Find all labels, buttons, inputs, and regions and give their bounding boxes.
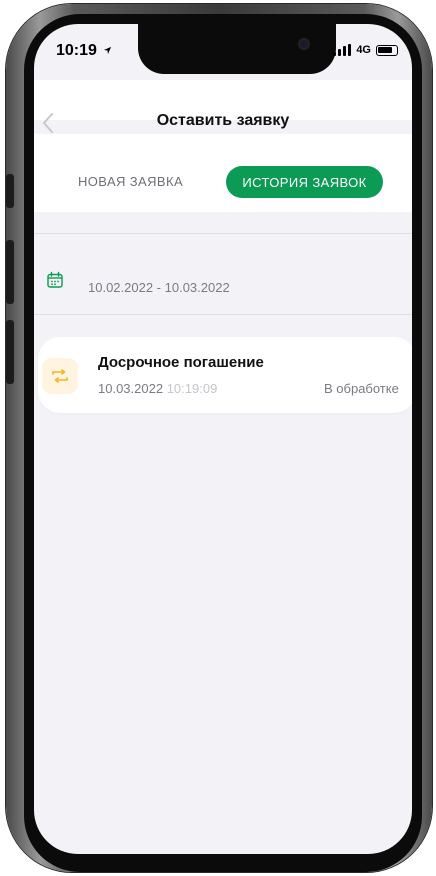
- tab-new-request[interactable]: НОВАЯ ЗАЯВКА: [78, 174, 183, 189]
- date-range-text[interactable]: 10.02.2022 - 10.03.2022: [88, 280, 230, 295]
- network-type: 4G: [356, 44, 371, 56]
- status-badge: В обработке: [324, 381, 399, 396]
- request-card[interactable]: [38, 337, 412, 413]
- page-title: Оставить заявку: [156, 112, 290, 129]
- divider: [34, 314, 412, 315]
- request-time: 10:19:09: [166, 381, 218, 396]
- side-button: [6, 240, 14, 304]
- request-title: Досрочное погашение: [98, 354, 264, 371]
- early-repayment-icon: [42, 358, 78, 394]
- battery-icon: [376, 44, 398, 56]
- side-button: [6, 320, 14, 384]
- app-screen: 10:19 4G Оставить заявку НОВАЯ ЗАЯВКА ИС…: [34, 24, 412, 854]
- signal-icon: [333, 44, 352, 56]
- tab-request-history[interactable]: ИСТОРИЯ ЗАЯВОК: [226, 166, 383, 198]
- camera-icon: [298, 38, 310, 50]
- status-indicators: 4G: [333, 44, 398, 56]
- notch: [138, 24, 336, 74]
- request-date-value: 10.03.2022: [98, 381, 164, 396]
- request-date: 10.03.2022 10:19:09: [98, 381, 217, 396]
- location-arrow-icon: [104, 46, 112, 55]
- status-time: 10:19: [56, 42, 112, 60]
- side-button: [6, 174, 14, 208]
- calendar-icon[interactable]: [46, 271, 64, 294]
